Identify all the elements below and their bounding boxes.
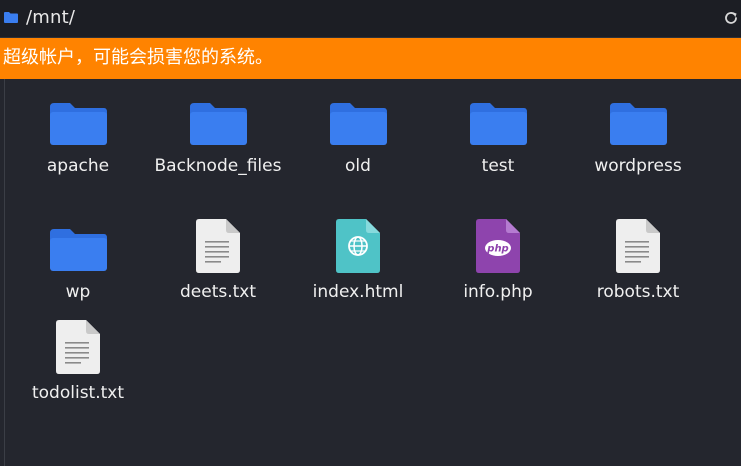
folder-icon — [50, 229, 107, 271]
path-bar: /mnt/ — [0, 0, 741, 38]
file-manager-window: /mnt/ 超级帐户，可能会损害您的系统。 apache Backnode_fi… — [0, 0, 741, 466]
html-file-icon — [336, 219, 380, 273]
item-label: wp — [65, 282, 91, 302]
item-label: index.html — [312, 282, 404, 302]
file-index-html[interactable]: index.html — [288, 219, 428, 313]
php-badge: php — [486, 244, 508, 255]
item-label: old — [345, 156, 371, 176]
text-file-icon — [56, 320, 100, 374]
pane-divider — [4, 79, 5, 466]
folder-wordpress[interactable]: wordpress — [568, 97, 708, 207]
file-grid: apache Backnode_files old test wordpress… — [8, 79, 741, 466]
folder-icon — [470, 103, 527, 145]
item-label: wordpress — [594, 156, 682, 176]
folder-icon — [50, 103, 107, 145]
folder-wp[interactable]: wp — [8, 223, 148, 313]
text-file-icon — [616, 219, 660, 273]
folder-icon — [330, 103, 387, 145]
folder-old[interactable]: old — [288, 97, 428, 207]
php-file-icon: php — [476, 219, 520, 273]
item-label: test — [481, 156, 515, 176]
folder-icon — [610, 103, 667, 145]
file-deets-txt[interactable]: deets.txt — [148, 219, 288, 313]
item-label: Backnode_files — [154, 156, 282, 176]
file-info-php[interactable]: php info.php — [428, 219, 568, 313]
item-label: robots.txt — [596, 282, 680, 302]
item-label: todolist.txt — [31, 383, 125, 403]
item-label: deets.txt — [179, 282, 257, 302]
refresh-icon[interactable] — [723, 10, 739, 26]
folder-icon — [190, 103, 247, 145]
item-label: apache — [46, 156, 110, 176]
current-path[interactable]: /mnt/ — [26, 7, 75, 29]
warning-text: 超级帐户，可能会损害您的系统。 — [3, 47, 273, 68]
item-label: info.php — [463, 282, 533, 302]
root-warning-banner: 超级帐户，可能会损害您的系统。 — [0, 38, 741, 79]
folder-apache[interactable]: apache — [8, 97, 148, 207]
folder-backnode-files[interactable]: Backnode_files — [148, 97, 288, 227]
file-todolist-txt[interactable]: todolist.txt — [8, 320, 148, 414]
folder-test[interactable]: test — [428, 97, 568, 207]
file-robots-txt[interactable]: robots.txt — [568, 219, 708, 313]
text-file-icon — [196, 219, 240, 273]
folder-icon — [4, 12, 18, 23]
